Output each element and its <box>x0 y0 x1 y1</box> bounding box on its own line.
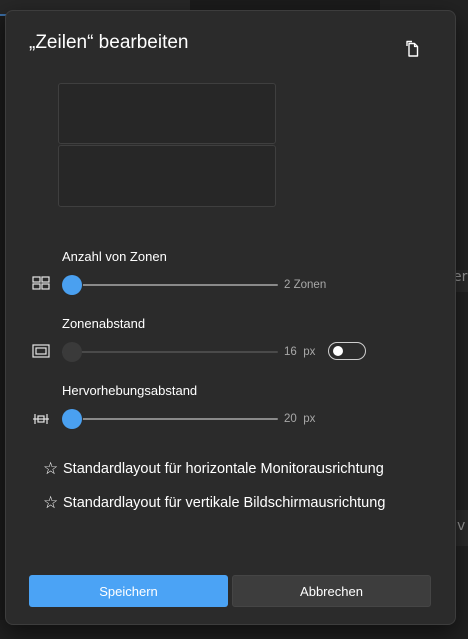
default-horizontal-label: Standardlayout für horizontale Monitorau… <box>63 461 384 477</box>
zone-spacing-slider[interactable] <box>62 341 278 363</box>
default-horizontal-option[interactable]: ☆ Standardlayout für horizontale Monitor… <box>43 458 384 480</box>
slider-track <box>62 284 278 286</box>
highlight-distance-icon <box>33 414 49 424</box>
slider-thumb[interactable] <box>62 275 82 295</box>
zone-spacing-value: 16 px <box>284 346 316 358</box>
dialog-title: „Zeilen“ bearbeiten <box>29 32 189 53</box>
slider-thumb[interactable] <box>62 409 82 429</box>
zone-preview-2[interactable] <box>58 145 276 207</box>
highlight-distance-label: Hervorhebungsabstand <box>62 383 198 398</box>
highlight-distance-value: 20 px <box>284 413 316 425</box>
copy-layout-button[interactable] <box>401 37 425 61</box>
spacing-frame-icon <box>32 344 50 358</box>
background-text: v <box>457 518 466 534</box>
highlight-distance-slider[interactable] <box>62 408 278 430</box>
toggle-knob <box>333 346 343 356</box>
edit-layout-dialog: „Zeilen“ bearbeiten Anzahl von Zonen 2 Z… <box>5 10 456 625</box>
zone-preview-1[interactable] <box>58 83 276 144</box>
slider-thumb[interactable] <box>62 342 82 362</box>
default-vertical-label: Standardlayout für vertikale Bildschirma… <box>63 495 386 511</box>
grid-layout-icon <box>32 276 50 290</box>
cancel-button[interactable]: Abbrechen <box>232 575 431 607</box>
zone-spacing-label: Zonenabstand <box>62 316 146 331</box>
zone-count-label: Anzahl von Zonen <box>62 249 167 264</box>
star-icon: ☆ <box>43 492 59 513</box>
slider-track <box>62 351 278 353</box>
zone-spacing-toggle[interactable] <box>328 342 366 360</box>
zone-count-value: 2 Zonen <box>284 279 327 291</box>
save-button[interactable]: Speichern <box>29 575 228 607</box>
slider-track <box>62 418 278 420</box>
star-icon: ☆ <box>43 458 59 479</box>
zone-count-slider[interactable] <box>62 274 278 296</box>
default-vertical-option[interactable]: ☆ Standardlayout für vertikale Bildschir… <box>43 492 385 514</box>
copy-icon <box>406 40 419 57</box>
